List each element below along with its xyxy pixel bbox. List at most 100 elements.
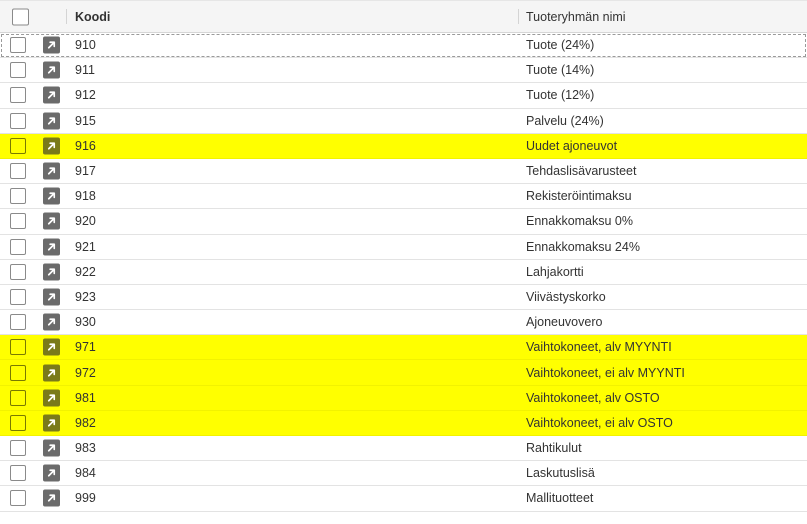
row-checkbox[interactable] [10, 440, 26, 457]
table-row[interactable]: 923 Viivästyskorko [0, 284, 807, 311]
cell-code: 916 [75, 138, 96, 153]
cell-code: 930 [75, 315, 96, 330]
cell-group-name: Rahtikulut [526, 441, 582, 456]
row-checkbox[interactable] [10, 87, 26, 104]
cell-group-name: Lahjakortti [526, 264, 584, 279]
table-row[interactable]: 981 Vaihtokoneet, alv OSTO [0, 385, 807, 411]
cell-group-name: Vaihtokoneet, alv MYYNTI [526, 340, 672, 355]
open-record-arrow-icon[interactable] [43, 86, 60, 104]
open-record-arrow-icon[interactable] [43, 338, 60, 356]
column-separator [66, 9, 67, 24]
row-checkbox[interactable] [10, 112, 26, 129]
row-checkbox[interactable] [10, 238, 26, 255]
row-checkbox[interactable] [10, 37, 26, 54]
table-row[interactable]: 911 Tuote (14%) [0, 58, 807, 84]
table-row[interactable]: 918 Rekisteröintimaksu [0, 184, 807, 210]
row-checkbox[interactable] [10, 490, 26, 507]
row-checkbox[interactable] [10, 263, 26, 280]
open-record-arrow-icon[interactable] [43, 112, 60, 130]
column-header-name[interactable]: Tuoteryhmän nimi [526, 10, 626, 24]
row-checkbox[interactable] [10, 389, 26, 406]
cell-code: 982 [75, 415, 96, 430]
open-record-arrow-icon[interactable] [43, 238, 60, 256]
column-separator [518, 9, 519, 24]
table-row[interactable]: 999 Mallituotteet [0, 486, 807, 512]
cell-code: 922 [75, 264, 96, 279]
open-record-arrow-icon[interactable] [43, 439, 60, 457]
cell-code: 917 [75, 164, 96, 179]
row-checkbox[interactable] [10, 188, 26, 205]
table-row[interactable]: 912 Tuote (12%) [0, 83, 807, 109]
cell-code: 915 [75, 113, 96, 128]
open-record-arrow-icon[interactable] [43, 489, 60, 507]
cell-group-name: Laskutuslisä [526, 466, 595, 481]
cell-group-name: Ennakkomaksu 0% [526, 214, 634, 229]
open-record-arrow-icon[interactable] [43, 212, 60, 230]
cell-code: 910 [75, 38, 96, 53]
cell-code: 911 [75, 63, 95, 78]
cell-code: 920 [75, 214, 96, 229]
open-record-arrow-icon[interactable] [43, 187, 60, 205]
table-row[interactable]: 930 Ajoneuvovero [0, 310, 807, 336]
open-record-arrow-icon[interactable] [43, 263, 60, 281]
table-row[interactable]: 915 Palvelu (24%) [0, 108, 807, 134]
cell-code: 984 [75, 466, 96, 481]
cell-group-name: Tuote (24%) [526, 38, 595, 53]
open-record-arrow-icon[interactable] [43, 288, 60, 306]
cell-code: 921 [75, 239, 96, 254]
open-record-arrow-icon[interactable] [43, 162, 60, 180]
row-checkbox[interactable] [10, 339, 26, 356]
column-header-code[interactable]: Koodi [75, 10, 110, 24]
table-row[interactable]: 972 Vaihtokoneet, ei alv MYYNTI [0, 360, 807, 386]
table-row[interactable]: 982 Vaihtokoneet, ei alv OSTO [0, 410, 807, 436]
table-row[interactable]: 983 Rahtikulut [0, 436, 807, 462]
cell-code: 912 [75, 88, 96, 103]
cell-code: 972 [75, 365, 96, 380]
cell-group-name: Vaihtokoneet, ei alv OSTO [526, 415, 673, 430]
cell-group-name: Mallituotteet [526, 491, 594, 506]
product-group-table: Koodi Tuoteryhmän nimi 910 Tuote (24%) 911… [0, 0, 807, 512]
row-checkbox[interactable] [10, 62, 26, 79]
open-record-arrow-icon[interactable] [43, 137, 60, 155]
cell-group-name: Tuote (14%) [526, 63, 595, 78]
table-row[interactable]: 971 Vaihtokoneet, alv MYYNTI [0, 335, 807, 361]
table-row[interactable]: 910 Tuote (24%) [0, 33, 807, 59]
open-record-arrow-icon[interactable] [43, 313, 60, 331]
table-row[interactable]: 984 Laskutuslisä [0, 461, 807, 487]
open-record-arrow-icon[interactable] [43, 36, 60, 54]
cell-group-name: Rekisteröintimaksu [526, 189, 632, 204]
cell-code: 971 [75, 340, 96, 355]
open-record-arrow-icon[interactable] [43, 61, 60, 79]
table-row[interactable]: 917 Tehdaslisävarusteet [0, 158, 807, 185]
row-checkbox[interactable] [10, 163, 26, 180]
cell-group-name: Tehdaslisävarusteet [526, 164, 637, 179]
cell-code: 923 [75, 289, 96, 304]
table-row[interactable]: 922 Lahjakortti [0, 259, 807, 285]
table-row[interactable]: 916 Uudet ajoneuvot [0, 133, 807, 159]
table-row[interactable]: 920 Ennakkomaksu 0% [0, 209, 807, 235]
cell-code: 918 [75, 189, 96, 204]
select-all-checkbox[interactable] [12, 8, 29, 25]
open-record-arrow-icon[interactable] [43, 414, 60, 432]
cell-group-name: Ajoneuvovero [526, 315, 603, 330]
table-body: 910 Tuote (24%) 911 Tuote (14%) 912 Tuote (12… [0, 33, 807, 512]
table-header: Koodi Tuoteryhmän nimi [0, 0, 807, 33]
row-checkbox[interactable] [10, 288, 26, 305]
cell-code: 999 [75, 491, 96, 506]
cell-group-name: Vaihtokoneet, alv OSTO [526, 390, 660, 405]
cell-group-name: Tuote (12%) [526, 88, 595, 103]
cell-group-name: Uudet ajoneuvot [526, 138, 618, 153]
table-row[interactable]: 921 Ennakkomaksu 24% [0, 234, 807, 260]
row-checkbox[interactable] [10, 213, 26, 230]
cell-group-name: Vaihtokoneet, ei alv MYYNTI [526, 365, 685, 380]
open-record-arrow-icon[interactable] [43, 389, 60, 407]
row-checkbox[interactable] [10, 465, 26, 482]
cell-group-name: Palvelu (24%) [526, 113, 604, 128]
row-checkbox[interactable] [10, 137, 26, 154]
open-record-arrow-icon[interactable] [43, 464, 60, 482]
open-record-arrow-icon[interactable] [43, 364, 60, 382]
cell-group-name: Viivästyskorko [526, 289, 606, 304]
row-checkbox[interactable] [10, 314, 26, 331]
row-checkbox[interactable] [10, 414, 26, 431]
row-checkbox[interactable] [10, 364, 26, 381]
